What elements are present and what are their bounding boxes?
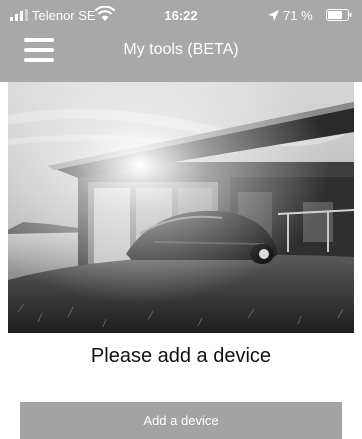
- add-device-prompt: Please add a device: [90, 345, 272, 367]
- location-arrow-icon: [268, 10, 279, 21]
- status-bar: Telenor SE 16:22 71 %: [0, 0, 362, 30]
- app-header: Telenor SE 16:22 71 % My tools (BETA): [0, 0, 362, 82]
- page-title: My tools (BETA): [123, 41, 239, 58]
- add-device-button[interactable]: Add a device: [20, 402, 342, 439]
- wifi-icon: [95, 6, 115, 21]
- carrier-name: Telenor SE: [32, 8, 96, 23]
- signal-icon: [10, 9, 28, 21]
- robotic-lawnmower-hero-image: [8, 82, 354, 333]
- battery-percentage: 71 %: [283, 8, 313, 23]
- battery-icon: [326, 9, 352, 21]
